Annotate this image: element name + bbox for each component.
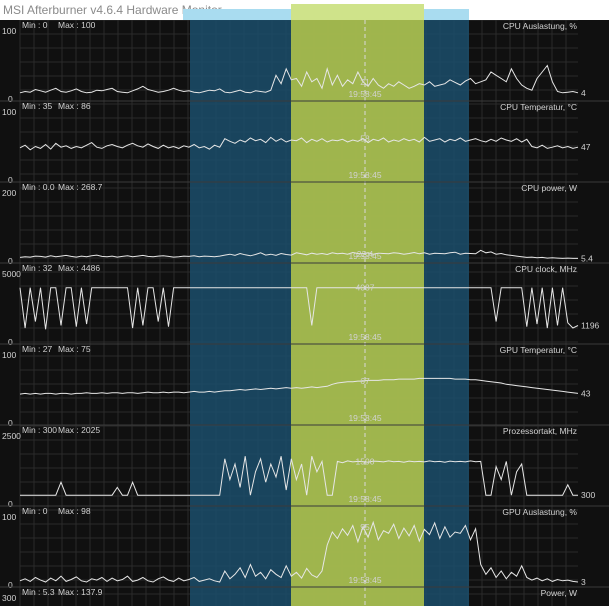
afterburner-window: MSI Afterburner v4.6.4 Hardware Monitor … xyxy=(0,0,609,606)
graph-current-value: 1196 xyxy=(581,320,600,330)
graph-min-label: Min : 35 xyxy=(22,101,53,111)
graph-max-label: Max : 4486 xyxy=(58,263,100,273)
graphs-canvas[interactable]: Min : 0 Max : 100 CPU Auslastung, % 100 0 4 21… xyxy=(0,20,609,606)
graph-current-value: 5.4 xyxy=(581,253,593,263)
graph-cursor-value: 67 xyxy=(360,376,370,386)
graph-cursor-time: 19:58:45 xyxy=(348,494,381,504)
graph-name-label: CPU power, W xyxy=(521,183,577,193)
graph-name-label: GPU Auslastung, % xyxy=(502,507,577,517)
graph-scale-top: 100 xyxy=(2,26,16,36)
graph-max-label: Max : 98 xyxy=(58,506,91,516)
graph-scale-top: 100 xyxy=(2,350,16,360)
graph-min-label: Min : 32 xyxy=(22,263,53,273)
graph-max-label: Max : 75 xyxy=(58,344,91,354)
graph-scale-top: 200 xyxy=(2,188,16,198)
graph-max-label: Max : 137.9 xyxy=(58,587,103,597)
graph-cursor-value: 95 xyxy=(360,522,370,532)
graph-name-label: CPU clock, MHz xyxy=(515,264,577,274)
graph-current-value: 47 xyxy=(581,142,591,152)
graph-name-label: CPU Auslastung, % xyxy=(503,21,578,31)
graph-name-label: GPU Temperatur, °C xyxy=(500,345,577,355)
graph-scale-top: 100 xyxy=(2,107,16,117)
graph-current-value: 3 xyxy=(581,577,586,587)
graph-current-value: 43 xyxy=(581,388,591,398)
cursor-range-indicator[interactable] xyxy=(291,4,424,20)
graph-min-label: Min : 0 xyxy=(22,506,48,516)
graph-cursor-value: 21 xyxy=(360,77,370,87)
graph-max-label: Max : 268.7 xyxy=(58,182,103,192)
graph-min-label: Min : 27 xyxy=(22,344,53,354)
graph-max-label: Max : 86 xyxy=(58,101,91,111)
graph-scale-bottom: 0 xyxy=(8,337,13,347)
graph-current-value: 4 xyxy=(581,88,586,98)
graph-current-value: 300 xyxy=(581,490,595,500)
graph-cursor-value: 1590 xyxy=(356,457,375,467)
graph-cursor-value: 4087 xyxy=(356,283,375,293)
graph-cursor-time: 19:58:45 xyxy=(348,413,381,423)
graph-scale-bottom: 0 xyxy=(8,94,13,104)
graph-scale-top: 100 xyxy=(2,512,16,522)
graph-name-label: Power, W xyxy=(541,588,577,598)
graph-cursor-time: 19:58:45 xyxy=(348,251,381,261)
graph-name-label: Prozessortakt, MHz xyxy=(503,426,577,436)
graph-name-label: CPU Temperatur, °C xyxy=(500,102,577,112)
hardware-monitor-graphs[interactable]: Min : 0 Max : 100 CPU Auslastung, % 100 0 4 21… xyxy=(0,20,609,606)
graph-cursor-time: 19:58:45 xyxy=(348,170,381,180)
graph-cursor-time: 19:58:45 xyxy=(348,332,381,342)
cursor-region xyxy=(291,20,424,606)
graph-max-label: Max : 100 xyxy=(58,20,96,30)
graph-cursor-time: 19:58:45 xyxy=(348,575,381,585)
graph-scale-bottom: 0 xyxy=(8,256,13,266)
graph-scale-top: 2500 xyxy=(2,431,21,441)
graph-min-label: Min : 300 xyxy=(22,425,57,435)
graph-scale-bottom: 0 xyxy=(8,175,13,185)
graph-scale-top: 5000 xyxy=(2,269,21,279)
graph-min-label: Min : 5.3 xyxy=(22,587,55,597)
graph-min-label: Min : 0 xyxy=(22,20,48,30)
graph-cursor-value: 58 xyxy=(360,134,370,144)
graph-scale-bottom: 0 xyxy=(8,580,13,590)
graph-scale-bottom: 0 xyxy=(8,499,13,509)
graph-min-label: Min : 0.0 xyxy=(22,182,55,192)
graph-scale-top: 300 xyxy=(2,593,16,603)
graph-max-label: Max : 2025 xyxy=(58,425,100,435)
graph-scale-bottom: 0 xyxy=(8,418,13,428)
graph-cursor-time: 19:58:45 xyxy=(348,89,381,99)
